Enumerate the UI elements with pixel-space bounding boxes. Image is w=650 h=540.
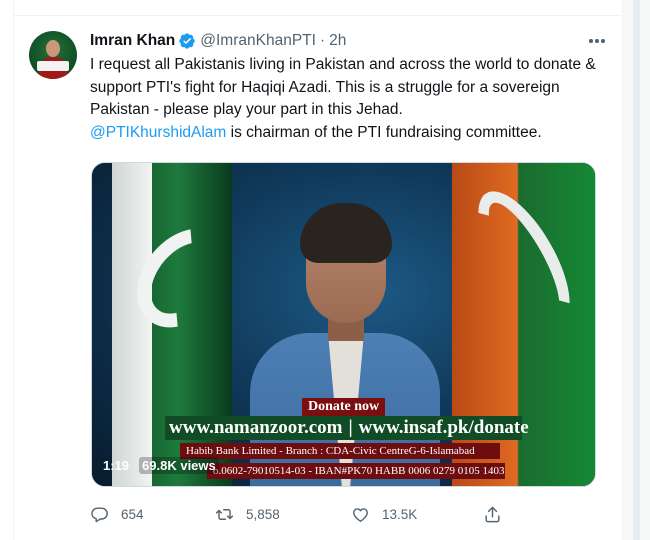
reply-icon: [91, 506, 108, 522]
avatar-face: [46, 40, 60, 57]
iban-caption: o.0602-79010514-03 - IBAN#PK70 HABB 0006…: [207, 463, 505, 479]
tweet-text-line: @PTIKhurshidAlam is chairman of the PTI …: [90, 122, 610, 145]
like-count: 13.5K: [382, 506, 418, 522]
retweet-icon: [215, 508, 234, 520]
retweet-count: 5,858: [246, 506, 280, 522]
bank-details-caption: Habib Bank Limited - Branch : CDA-Civic …: [180, 443, 500, 459]
verified-badge-icon: [178, 32, 196, 50]
heart-icon: [353, 507, 368, 522]
retweet-button[interactable]: 5,858: [215, 505, 351, 524]
video-duration: 1:19: [103, 457, 130, 473]
mention-trailing-text: is chairman of the PTI fundraising commi…: [226, 123, 542, 141]
like-button[interactable]: 13.5K: [351, 505, 483, 524]
more-options-icon[interactable]: [586, 31, 608, 51]
share-icon: [485, 506, 500, 522]
scrollbar[interactable]: [622, 0, 650, 540]
tweet[interactable]: Imran Khan @ImranKhanPTI · 2h I request …: [14, 17, 622, 540]
avatar-banner: [37, 61, 69, 71]
display-name[interactable]: Imran Khan: [90, 32, 175, 50]
video-views: 69.8K views: [139, 456, 219, 474]
tweet-actions: 654 5,858 13.5K: [90, 503, 530, 525]
tweet-header: Imran Khan @ImranKhanPTI · 2h: [90, 30, 346, 52]
share-button[interactable]: [483, 505, 502, 524]
video-player[interactable]: Donate now www.namanzoor.com | www.insaf…: [91, 162, 596, 487]
reply-count: 654: [121, 506, 144, 522]
reply-button[interactable]: 654: [90, 505, 215, 524]
tweet-text-line: Pakistan - please play your part in this…: [90, 101, 403, 118]
previous-item-divider: [14, 0, 622, 16]
donation-url-1: www.namanzoor.com: [169, 417, 343, 438]
tweet-text-line: I request all Pakistanis living in Pakis…: [90, 56, 596, 73]
tweet-text-line: support PTI's fight for Haqiqi Azadi. Th…: [90, 78, 560, 96]
donation-urls-caption: www.namanzoor.com | www.insaf.pk/donate: [165, 416, 529, 440]
separator-dot: ·: [319, 32, 326, 49]
donate-now-caption: Donate now: [302, 398, 386, 416]
timestamp[interactable]: 2h: [329, 32, 346, 50]
donation-url-2: www.insaf.pk/donate: [358, 417, 529, 438]
mention-link[interactable]: @PTIKhurshidAlam: [90, 124, 226, 141]
user-handle[interactable]: @ImranKhanPTI: [200, 32, 316, 50]
avatar[interactable]: [29, 31, 77, 79]
tweet-text: I request all Pakistanis living in Pakis…: [90, 54, 610, 144]
url-separator: |: [348, 417, 353, 438]
video-stats: 1:19 69.8K views: [103, 455, 219, 475]
left-gutter: [0, 0, 14, 540]
scrollbar-track[interactable]: [633, 0, 640, 540]
